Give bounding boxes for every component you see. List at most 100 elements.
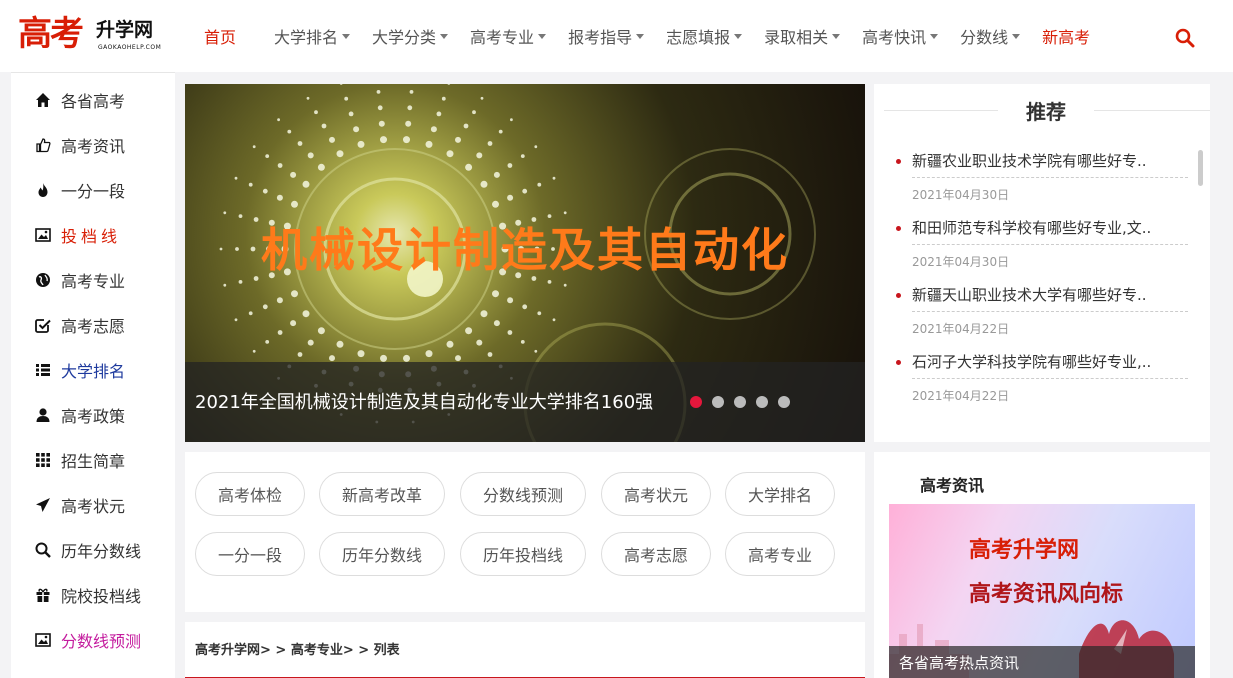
carousel-dot[interactable] xyxy=(734,396,746,408)
banner-caption[interactable]: 2021年全国机械设计制造及其自动化专业大学排名160强 xyxy=(195,388,653,414)
tag-cloud: 高考体检 新高考改革 分数线预测 高考状元 大学排名 一分一段 历年分数线 历年… xyxy=(185,452,865,612)
sidebar-item-school-filing[interactable]: 院校投档线 xyxy=(11,572,175,617)
banner-ray-dot xyxy=(238,280,243,284)
sidebar-item-filing-line[interactable]: 投档线 xyxy=(11,212,175,257)
nav-item-volunteer-fill[interactable]: 志愿填报 xyxy=(666,24,743,48)
nav-item-application-guide[interactable]: 报考指导 xyxy=(568,24,645,48)
tag-pill[interactable]: 高考体检 xyxy=(195,472,305,516)
banner-carousel[interactable]: 机械设计制造及其自动化 2021年全国机械设计制造及其自动化专业大学排名160强 xyxy=(185,84,865,442)
tag-pill[interactable]: 历年分数线 xyxy=(319,532,445,576)
news-image[interactable]: 高考升学网 高考资讯风向标 各省高考热点资讯 xyxy=(889,504,1195,678)
sidebar-item-news[interactable]: 高考资讯 xyxy=(11,122,175,167)
banner-ray-dot xyxy=(455,355,461,362)
chevron-down-icon xyxy=(734,33,743,39)
banner-ray-dot xyxy=(223,283,227,287)
nav-item-admission[interactable]: 录取相关 xyxy=(764,24,841,48)
sidebar-item-brochure[interactable]: 招生简章 xyxy=(11,437,175,482)
recommend-item-title[interactable]: 新疆天山职业技术大学有哪些好专.. xyxy=(912,284,1188,305)
breadcrumb-text[interactable]: 高考升学网> > 高考专业> > 列表 xyxy=(195,639,400,658)
user-icon xyxy=(36,407,50,422)
banner-ray-dot xyxy=(487,352,493,357)
tag-pill[interactable]: 分数线预测 xyxy=(460,472,586,516)
carousel-dot[interactable] xyxy=(690,396,702,408)
news-caption-bar: 各省高考热点资讯 xyxy=(889,646,1195,678)
sidebar-item-policy[interactable]: 高考政策 xyxy=(11,392,175,437)
carousel-dot[interactable] xyxy=(756,396,768,408)
bullet-icon xyxy=(896,159,901,164)
banner-ray-dot xyxy=(276,297,283,304)
banner-ray-dot xyxy=(522,188,528,194)
nav-item-label: 报考指导 xyxy=(568,28,633,47)
carousel-dots xyxy=(690,396,800,408)
banner-ray-dot xyxy=(476,339,483,346)
recommend-item-title[interactable]: 新疆农业职业技术学院有哪些好专.. xyxy=(912,150,1188,171)
nav-item-university-ranking[interactable]: 大学排名 xyxy=(274,24,351,48)
tag-pill[interactable]: 高考状元 xyxy=(601,472,711,516)
sidebar-item-score-prediction[interactable]: 分数线预测 xyxy=(11,617,175,662)
banner-ray-dot xyxy=(510,118,513,122)
search-icon[interactable] xyxy=(1175,28,1195,48)
chevron-down-icon xyxy=(930,33,939,39)
banner-ray-dot xyxy=(302,310,310,318)
tag-pill[interactable]: 高考志愿 xyxy=(601,532,711,576)
banner-ray-dot xyxy=(314,110,318,115)
chevron-down-icon xyxy=(832,33,841,39)
banner-ray-dot xyxy=(336,340,344,348)
nav-item-news[interactable]: 高考快讯 xyxy=(862,24,939,48)
nav-home[interactable]: 首页 xyxy=(204,24,236,48)
sidebar-item-label: 投档线 xyxy=(61,226,122,246)
news-title: 高考资讯 xyxy=(920,476,985,495)
banner-ray-dot xyxy=(547,280,552,284)
sidebar-item-label: 高考专业 xyxy=(61,271,126,291)
nav-item-label: 高考快讯 xyxy=(862,28,927,47)
tag-pill[interactable]: 一分一段 xyxy=(195,532,305,576)
news-caption[interactable]: 各省高考热点资讯 xyxy=(899,652,1019,673)
site-logo[interactable]: 高考 升学网 GAOKAOHELP.COM xyxy=(18,14,168,58)
send-icon xyxy=(36,497,50,512)
banner-ray-dot xyxy=(336,150,344,158)
banner-ray-dot xyxy=(405,120,412,127)
banner-ray-dot xyxy=(357,350,365,358)
recommend-item-title[interactable]: 和田师范专科学校有哪些好专业,文.. xyxy=(912,217,1188,238)
tag-pill[interactable]: 大学排名 xyxy=(725,472,835,516)
banner-ray-dot xyxy=(291,200,298,208)
nav-item-university-category[interactable]: 大学分类 xyxy=(372,24,449,48)
recommend-item-title[interactable]: 石河子大学科技学院有哪些好专业,.. xyxy=(912,351,1188,372)
search-icon xyxy=(35,542,51,558)
divider xyxy=(912,311,1188,312)
scrollbar-thumb[interactable] xyxy=(1198,150,1203,186)
sidebar-item-score-segment[interactable]: 一分一段 xyxy=(11,167,175,212)
nav-new-gaokao[interactable]: 新高考 xyxy=(1042,24,1090,48)
bullet-icon xyxy=(896,226,901,231)
recommend-title: 推荐 xyxy=(998,96,1094,124)
sidebar-item-volunteer[interactable]: 高考志愿 xyxy=(11,302,175,347)
breadcrumb: 高考升学网> > 高考专业> > 列表 xyxy=(185,622,865,678)
sidebar-item-top-scorer[interactable]: 高考状元 xyxy=(11,482,175,527)
sidebar-item-ranking[interactable]: 大学排名 xyxy=(11,347,175,392)
nav-item-majors[interactable]: 高考专业 xyxy=(470,24,547,48)
globe-icon xyxy=(36,272,50,287)
nav-item-score-line[interactable]: 分数线 xyxy=(960,24,1021,48)
tag-pill[interactable]: 高考专业 xyxy=(725,532,835,576)
banner-ray-dot xyxy=(262,304,268,310)
sidebar-item-majors[interactable]: 高考专业 xyxy=(11,257,175,302)
chevron-down-icon xyxy=(1012,33,1021,39)
carousel-dot[interactable] xyxy=(712,396,724,408)
banner-ray-dot xyxy=(537,311,542,316)
banner-ray-dot xyxy=(248,311,253,316)
banner-ray-dot xyxy=(248,182,253,187)
banner-ray-dot xyxy=(344,96,349,101)
chevron-down-icon xyxy=(440,33,449,39)
sidebar-item-label: 高考状元 xyxy=(61,496,126,516)
banner-ray-dot xyxy=(534,145,538,149)
tag-pill[interactable]: 新高考改革 xyxy=(319,472,445,516)
tag-pill[interactable]: 历年投档线 xyxy=(460,532,586,576)
sidebar-item-label: 院校投档线 xyxy=(61,586,142,606)
banner-ray-dot xyxy=(252,349,256,353)
sidebar: 各省高考 高考资讯 一分一段 投档线 高考专业 高考志愿 大学排名 高考政策 招… xyxy=(11,72,175,678)
banner-ray-dot xyxy=(307,152,314,159)
sidebar-item-history-scores[interactable]: 历年分数线 xyxy=(11,527,175,572)
carousel-dot[interactable] xyxy=(778,396,790,408)
banner-ray-dot xyxy=(403,136,410,144)
sidebar-item-provinces[interactable]: 各省高考 xyxy=(11,77,175,122)
